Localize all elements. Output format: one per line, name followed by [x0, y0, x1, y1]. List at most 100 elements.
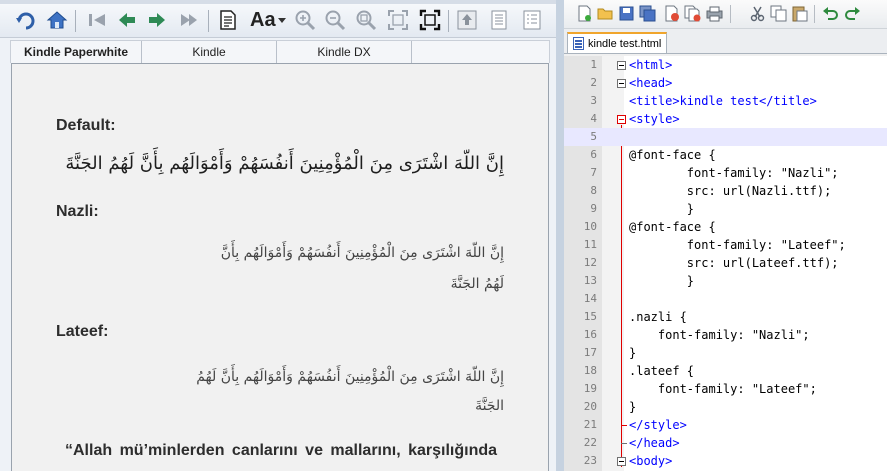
code-line[interactable]: 23 <body> — [564, 452, 887, 470]
home-icon[interactable] — [45, 8, 69, 32]
code-line[interactable]: 4 <style> — [564, 110, 887, 128]
code-text: font-family: "Lateef"; — [629, 382, 817, 396]
code-line[interactable]: 12 src: url(Lateef.ttf); — [564, 254, 887, 272]
text-editor-window: kindle test.html 1 <html> 2 <head> 3 <title>k… — [564, 0, 887, 471]
upload-icon[interactable] — [455, 8, 479, 32]
line-number: 11 — [583, 238, 597, 251]
fold-toggle-icon[interactable] — [617, 79, 626, 88]
code-text: font-family: "Nazli"; — [629, 166, 839, 180]
code-text: src: url(Lateef.ttf); — [629, 256, 839, 270]
code-line[interactable]: 14 — [564, 290, 887, 308]
code-line[interactable]: 10 @font-face { — [564, 218, 887, 236]
fold-toggle-icon[interactable] — [617, 61, 626, 70]
line-number: 5 — [590, 130, 597, 143]
line-number: 17 — [583, 346, 597, 359]
fold-toggle-icon[interactable] — [617, 115, 626, 124]
copy-icon[interactable] — [770, 5, 787, 22]
fold-end-marker — [621, 443, 627, 444]
list-view-icon[interactable] — [520, 8, 544, 32]
close-all-icon[interactable] — [684, 5, 701, 22]
code-line[interactable]: 9 } — [564, 200, 887, 218]
code-text: @font-face { — [629, 220, 716, 234]
font-size-icon[interactable]: Aa — [250, 9, 276, 32]
code-line[interactable]: 3 <title>kindle test</title> — [564, 92, 887, 110]
toolbar-separator — [730, 5, 731, 23]
cut-icon[interactable] — [749, 5, 766, 22]
line-number: 9 — [590, 202, 597, 215]
tab-label: kindle test.html — [588, 37, 662, 50]
code-line[interactable]: 2 <head> — [564, 74, 887, 92]
code-line[interactable]: 17} — [564, 344, 887, 362]
code-line[interactable]: 18 .lateef { — [564, 362, 887, 380]
zoom-in-icon[interactable] — [293, 8, 317, 32]
fold-toggle-icon[interactable] — [617, 457, 626, 466]
save-icon[interactable] — [618, 5, 635, 22]
code-text: <style> — [629, 112, 680, 126]
code-line[interactable]: 15 .nazli { — [564, 308, 887, 326]
fit-page-icon[interactable] — [386, 8, 410, 32]
previewer-toolbar: Aa — [0, 4, 556, 38]
book-preview-page: Default: إِنَّ اللّهَ اشْتَرَى مِنَ الْم… — [11, 63, 549, 471]
last-page-icon[interactable] — [177, 8, 201, 32]
line-number: 10 — [583, 220, 597, 233]
line-number: 8 — [590, 184, 597, 197]
editor-tab-bar: kindle test.html — [564, 29, 887, 54]
line-number: 15 — [583, 310, 597, 323]
line-number: 2 — [590, 76, 597, 89]
code-line[interactable]: 8 src: url(Nazli.ttf); — [564, 182, 887, 200]
nazli-heading: Nazli: — [56, 203, 99, 220]
code-line[interactable]: 6 @font-face { — [564, 146, 887, 164]
lateef-arabic-line-1: إِنَّ اللّهَ اشْتَرَى مِنَ الْمُؤْمِنِين… — [196, 369, 504, 385]
page-view-icon[interactable] — [487, 8, 511, 32]
print-icon[interactable] — [706, 5, 723, 22]
tab-kindle-paperwhite[interactable]: Kindle Paperwhite — [11, 41, 142, 63]
tab-kindle-test-html[interactable]: kindle test.html — [567, 32, 667, 53]
code-line[interactable]: 20} — [564, 398, 887, 416]
tab-kindle-dx[interactable]: Kindle DX — [277, 41, 412, 63]
code-line[interactable]: 13 } — [564, 272, 887, 290]
fullscreen-icon[interactable] — [418, 8, 442, 32]
fold-end-marker — [621, 425, 627, 426]
lateef-arabic-line-2: الجَنَّةَ — [475, 398, 504, 414]
save-all-icon[interactable] — [639, 5, 656, 22]
first-page-icon[interactable] — [85, 8, 109, 32]
code-text: @font-face { — [629, 148, 716, 162]
new-file-icon[interactable] — [576, 5, 593, 22]
tab-kindle[interactable]: Kindle — [142, 41, 277, 63]
code-line[interactable]: 7 font-family: "Nazli"; — [564, 164, 887, 182]
code-line[interactable]: 1 <html> — [564, 56, 887, 74]
line-number: 13 — [583, 274, 597, 287]
line-number: 23 — [583, 454, 597, 467]
code-line[interactable]: 16 font-family: "Nazli"; — [564, 326, 887, 344]
code-line[interactable]: 5 — [564, 128, 887, 146]
redo-icon[interactable] — [844, 5, 861, 22]
code-line[interactable]: 22 </head> — [564, 434, 887, 452]
code-editor[interactable]: 1 <html> 2 <head> 3 <title>kindle test</title… — [564, 56, 887, 471]
code-text: <html> — [629, 58, 673, 72]
close-icon[interactable] — [663, 5, 680, 22]
toolbar-separator — [75, 10, 76, 32]
toolbar-separator — [208, 10, 209, 32]
undo-icon[interactable] — [822, 5, 839, 22]
chevron-down-icon[interactable] — [278, 18, 286, 23]
code-text: } — [629, 274, 695, 288]
nazli-arabic-line-2: لَهُمُ الجَنَّةَ — [450, 276, 504, 292]
lateef-heading: Lateef: — [56, 323, 109, 340]
zoom-out-icon[interactable] — [323, 8, 347, 32]
line-number: 14 — [583, 292, 597, 305]
document-icon[interactable] — [216, 8, 240, 32]
next-page-icon[interactable] — [145, 8, 169, 32]
code-text: </head> — [629, 436, 680, 450]
code-line[interactable]: 11 font-family: "Lateef"; — [564, 236, 887, 254]
paste-icon[interactable] — [791, 5, 808, 22]
code-text: font-family: "Lateef"; — [629, 238, 846, 252]
rotate-icon[interactable] — [14, 8, 38, 32]
line-number: 4 — [590, 112, 597, 125]
default-heading: Default: — [56, 117, 116, 134]
open-file-icon[interactable] — [597, 5, 614, 22]
code-text: <head> — [629, 76, 673, 90]
zoom-reset-icon[interactable] — [354, 8, 378, 32]
code-line[interactable]: 21 </style> — [564, 416, 887, 434]
previous-page-icon[interactable] — [115, 8, 139, 32]
code-line[interactable]: 19 font-family: "Lateef"; — [564, 380, 887, 398]
